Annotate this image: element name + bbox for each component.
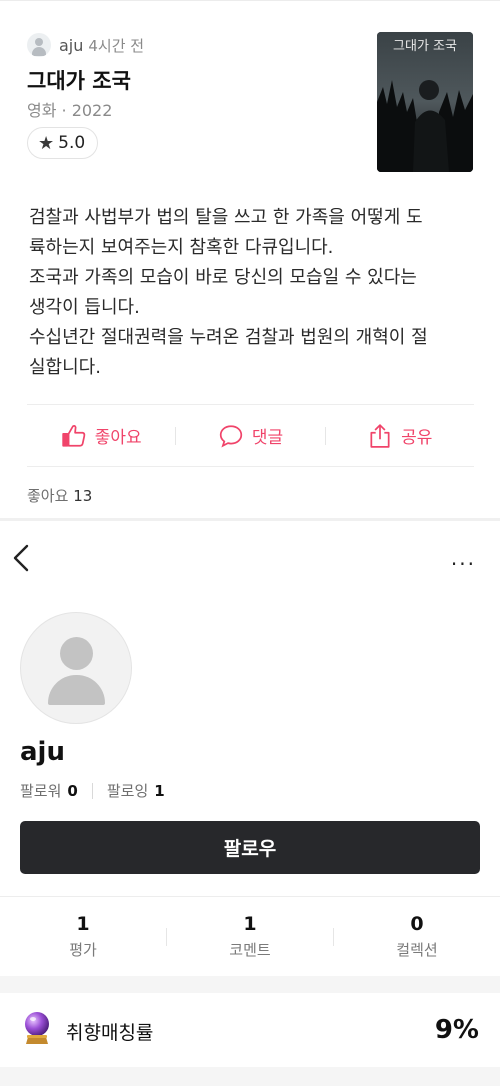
stat-label: 코멘트	[229, 941, 271, 959]
review-line: 검찰과 사법부가 법의 탈을 쓰고 한 가족을 어떻게 도	[29, 207, 423, 228]
followers-label: 팔로워	[20, 782, 62, 800]
review-username[interactable]: aju	[59, 36, 83, 55]
comment-button[interactable]: 댓글	[176, 423, 324, 449]
poster-title-text: 그대가 조국	[393, 39, 457, 54]
review-meta[interactable]: aju 4시간 전	[27, 32, 144, 58]
star-icon: ★	[38, 132, 55, 154]
following-count: 1	[154, 782, 165, 800]
stat-value: 1	[76, 913, 90, 935]
follow-stats: 팔로워 0 팔로잉 1	[20, 780, 165, 801]
profile-stats: 1 평가 1 코멘트 0 컬렉션	[0, 896, 500, 976]
movie-title[interactable]: 그대가 조국	[27, 65, 131, 95]
taste-label: 취향매칭률	[66, 1022, 154, 1044]
profile-topbar: ···	[0, 530, 500, 588]
review-line: 수십년간 절대권력을 누려온 검찰과 법원의 개혁이 절	[29, 327, 428, 348]
taste-match-row[interactable]: 취향매칭률 9%	[0, 993, 500, 1067]
divider	[91, 782, 93, 799]
action-bar: 좋아요 댓글 공유	[27, 404, 474, 467]
more-options-icon[interactable]: ···	[451, 552, 476, 576]
following-link[interactable]: 팔로잉 1	[107, 780, 165, 801]
movie-subtitle: 영화 · 2022	[27, 101, 113, 120]
likes-count[interactable]: 좋아요 13	[27, 485, 92, 506]
review-line: 조국과 가족의 모습이 바로 당신의 모습일 수 있다는	[29, 267, 417, 288]
chevron-left-icon	[13, 544, 29, 572]
comment-label: 댓글	[251, 428, 284, 448]
likes-number: 13	[73, 487, 93, 505]
stat-comments[interactable]: 1 코멘트	[167, 913, 333, 960]
section-divider	[0, 518, 500, 521]
back-button[interactable]	[10, 540, 40, 576]
share-button[interactable]: 공유	[326, 423, 474, 449]
following-label: 팔로잉	[106, 782, 149, 800]
share-icon	[370, 423, 390, 448]
stat-ratings[interactable]: 1 평가	[0, 913, 166, 960]
like-button[interactable]: 좋아요	[27, 423, 175, 449]
stat-label: 컬렉션	[396, 941, 438, 959]
section-gap	[0, 976, 500, 993]
review-text: 검찰과 사법부가 법의 탈을 쓰고 한 가족을 어떻게 도 륙하는지 보여주는지…	[29, 203, 479, 383]
movie-poster[interactable]: 그대가 조국	[377, 32, 473, 172]
likes-label: 좋아요	[27, 487, 69, 505]
comment-icon	[219, 424, 243, 447]
stat-value: 1	[243, 913, 257, 935]
followers-link[interactable]: 팔로워 0	[20, 780, 78, 801]
like-label: 좋아요	[94, 428, 142, 448]
section-gap	[0, 1067, 500, 1086]
stat-value: 0	[410, 913, 424, 935]
follow-button[interactable]: 팔로우	[20, 821, 480, 874]
review-line: 실합니다.	[29, 357, 101, 378]
rating-badge: ★ 5.0	[27, 127, 99, 159]
rating-value: 5.0	[58, 133, 86, 153]
share-label: 공유	[401, 428, 433, 448]
stat-collections[interactable]: 0 컬렉션	[334, 913, 500, 960]
review-card: aju 4시간 전 그대가 조국 영화 · 2022 ★ 5.0 그대가 조국 …	[0, 0, 500, 518]
review-line: 륙하는지 보여주는지 참혹한 다큐입니다.	[29, 237, 334, 258]
crystal-ball-icon	[25, 1012, 49, 1044]
review-line: 생각이 듭니다.	[29, 297, 140, 318]
followers-count: 0	[67, 782, 78, 800]
profile-name: aju	[20, 737, 65, 767]
user-avatar-icon[interactable]	[27, 33, 51, 57]
profile-avatar[interactable]	[20, 612, 132, 724]
taste-value: 9%	[434, 1015, 479, 1045]
thumbs-up-icon	[62, 424, 85, 447]
stat-label: 평가	[69, 941, 97, 959]
review-time: 4시간 전	[88, 36, 145, 55]
